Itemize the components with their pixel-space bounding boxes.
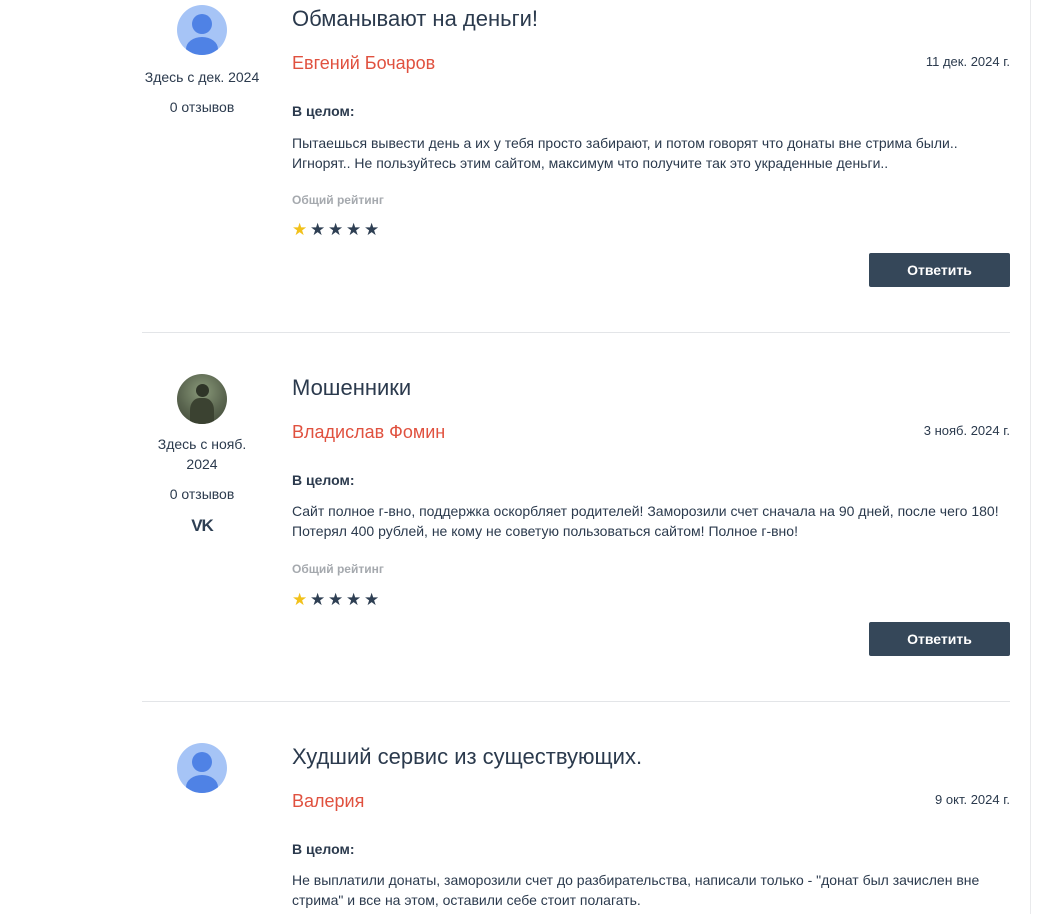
review-body: Худший сервис из существующих. Валерия 9… bbox=[292, 743, 1010, 914]
review-card: Здесь с дек. 2024 0 отзывов Обманывают н… bbox=[142, 5, 1010, 295]
user-avatar-icon[interactable] bbox=[177, 5, 227, 55]
user-photo-avatar[interactable] bbox=[177, 374, 227, 424]
star-filled-icon: ★ bbox=[292, 220, 309, 239]
vk-icon[interactable]: VK bbox=[142, 516, 262, 536]
reply-button[interactable]: Ответить bbox=[869, 622, 1010, 656]
review-author[interactable]: Евгений Бочаров bbox=[292, 52, 435, 74]
reply-button[interactable]: Ответить bbox=[869, 253, 1010, 287]
reviews-count: 0 отзывов bbox=[169, 99, 235, 115]
avatar-body bbox=[190, 398, 214, 424]
review-body: Мошенники Владислав Фомин 3 нояб. 2024 г… bbox=[292, 374, 1010, 664]
review-text: Сайт полное г-вно, поддержка оскорбляет … bbox=[292, 503, 999, 539]
avatar-head bbox=[192, 14, 212, 34]
review-date: 9 окт. 2024 г. bbox=[935, 792, 1010, 807]
avatar-head bbox=[196, 384, 209, 397]
review-title[interactable]: Обманывают на деньги! bbox=[292, 5, 1010, 33]
review-card: Здесь с нояб. 2024 0 отзывов VK Мошенник… bbox=[142, 374, 1010, 664]
review-author[interactable]: Валерия bbox=[292, 790, 364, 812]
review-author[interactable]: Владислав Фомин bbox=[292, 421, 445, 443]
star-empty-icon: ★ bbox=[364, 220, 381, 239]
review-date: 11 дек. 2024 г. bbox=[925, 54, 1010, 69]
star-empty-icon: ★ bbox=[310, 220, 327, 239]
reviews-count: 0 отзывов bbox=[169, 486, 235, 502]
overall-label: В целом: bbox=[292, 472, 355, 488]
page-border bbox=[1030, 0, 1031, 914]
member-since: Здесь с дек. 2024 bbox=[144, 69, 260, 85]
reviewer-info: Здесь с дек. 2024 0 отзывов bbox=[142, 5, 262, 117]
star-filled-icon: ★ bbox=[292, 590, 309, 609]
review-text: Не выплатили донаты, заморозили счет до … bbox=[292, 872, 980, 908]
reviewer-info: Здесь с нояб. 2024 0 отзывов VK bbox=[142, 374, 262, 536]
rating-label: Общий рейтинг bbox=[292, 562, 384, 576]
overall-label: В целом: bbox=[292, 103, 355, 119]
star-empty-icon: ★ bbox=[346, 220, 363, 239]
review-card: Худший сервис из существующих. Валерия 9… bbox=[142, 743, 1010, 914]
rating-label: Общий рейтинг bbox=[292, 193, 384, 207]
member-since-line1: Здесь с нояб. bbox=[157, 436, 247, 452]
member-since: Здесь с нояб. 2024 bbox=[142, 434, 262, 474]
avatar-head bbox=[192, 752, 212, 772]
review-divider bbox=[142, 701, 1010, 702]
member-since-line2: 2024 bbox=[186, 456, 218, 472]
overall-label: В целом: bbox=[292, 841, 355, 857]
reviewer-info bbox=[142, 743, 262, 793]
review-date: 3 нояб. 2024 г. bbox=[923, 423, 1010, 438]
user-avatar-icon[interactable] bbox=[177, 743, 227, 793]
star-empty-icon: ★ bbox=[328, 220, 345, 239]
star-empty-icon: ★ bbox=[328, 590, 345, 609]
review-text: Пытаешься вывести день а их у тебя прост… bbox=[292, 135, 958, 171]
rating-stars: ★ ★ ★ ★ ★ bbox=[292, 221, 382, 239]
star-empty-icon: ★ bbox=[364, 590, 381, 609]
review-divider bbox=[142, 332, 1010, 333]
avatar-body bbox=[186, 775, 218, 793]
review-title[interactable]: Мошенники bbox=[292, 374, 1010, 402]
avatar-body bbox=[186, 37, 218, 55]
star-empty-icon: ★ bbox=[310, 590, 327, 609]
rating-stars: ★ ★ ★ ★ ★ bbox=[292, 591, 382, 609]
review-body: Обманывают на деньги! Евгений Бочаров 11… bbox=[292, 5, 1010, 295]
star-empty-icon: ★ bbox=[346, 590, 363, 609]
review-title[interactable]: Худший сервис из существующих. bbox=[292, 743, 1010, 771]
